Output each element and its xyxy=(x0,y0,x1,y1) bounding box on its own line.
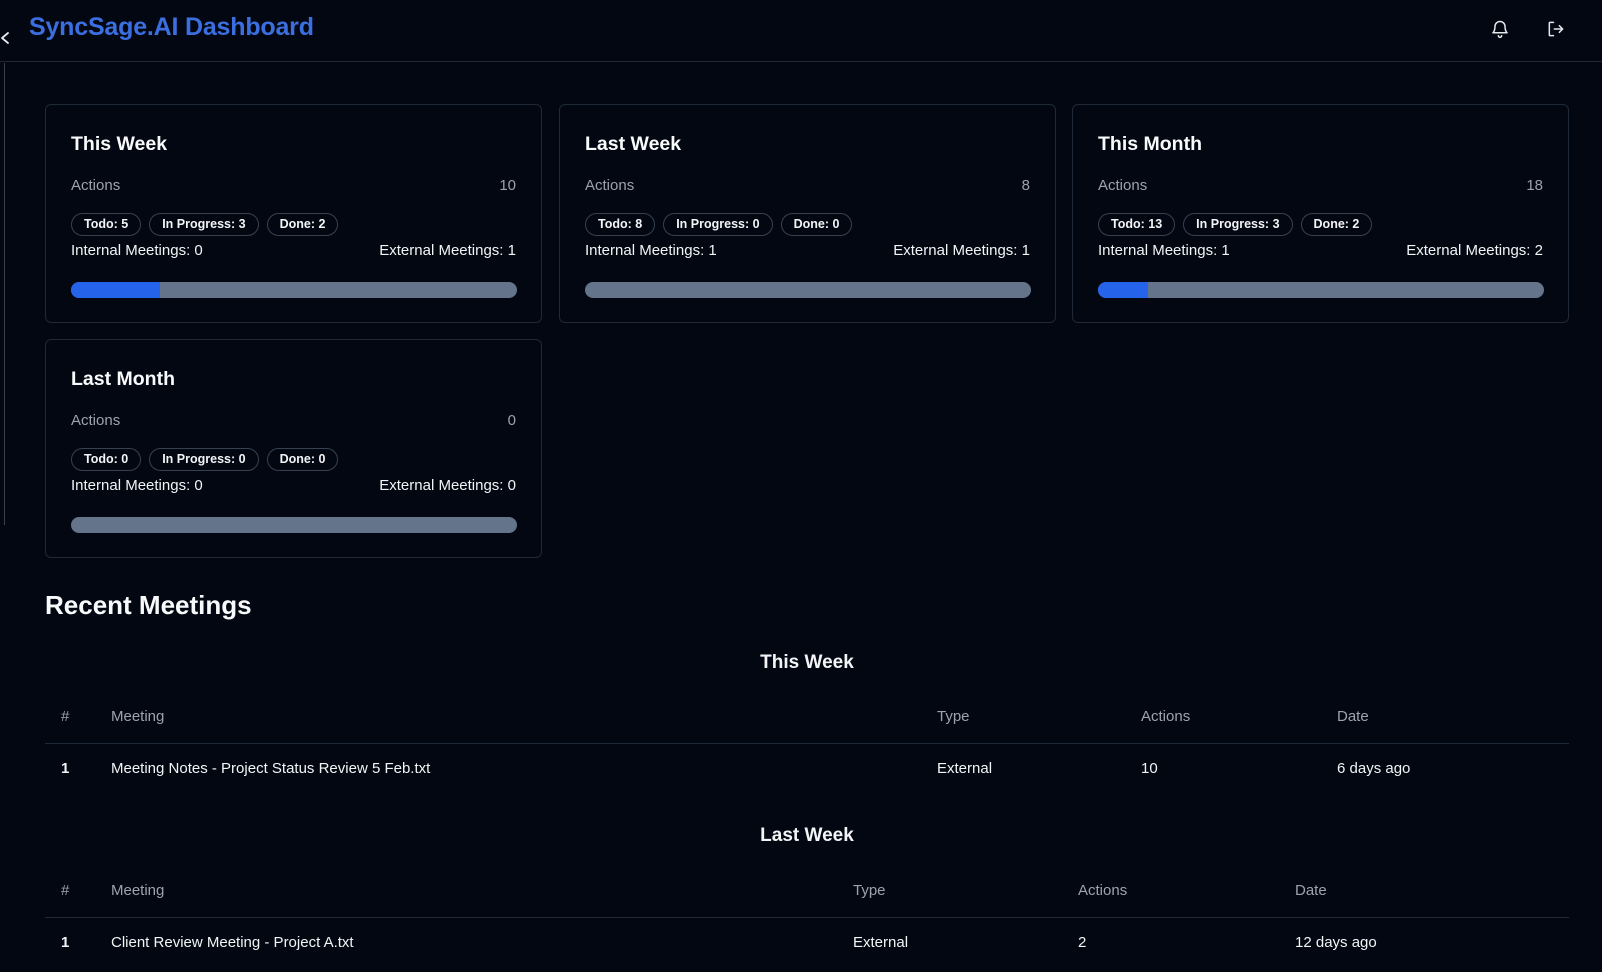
column-header-meeting: Meeting xyxy=(111,882,165,899)
column-header-meeting: Meeting xyxy=(111,708,165,725)
card-title: Last Month xyxy=(71,368,175,390)
stat-card-last-week: Last Week Actions 8 Todo: 8 In Progress:… xyxy=(559,104,1056,323)
external-meetings: External Meetings: 2 xyxy=(1406,242,1543,259)
actions-label: Actions xyxy=(71,177,121,194)
logout-icon[interactable] xyxy=(1546,19,1566,39)
in-progress-badge: In Progress: 0 xyxy=(663,213,773,236)
top-bar: SyncSage.AI Dashboard xyxy=(0,0,1602,62)
bell-icon[interactable] xyxy=(1490,19,1510,39)
column-header-actions: Actions xyxy=(1141,708,1191,725)
todo-badge: Todo: 8 xyxy=(585,213,656,236)
meetings-table-this-week: # Meeting Type Actions Date 1 Meeting No… xyxy=(45,692,1569,798)
actions-label: Actions xyxy=(585,177,635,194)
stat-card-last-month: Last Month Actions 0 Todo: 0 In Progress… xyxy=(45,339,542,558)
column-header-date: Date xyxy=(1337,708,1369,725)
card-title: This Week xyxy=(71,133,168,155)
meeting-actions: 2 xyxy=(1078,934,1087,951)
chevron-left-icon[interactable] xyxy=(0,30,12,46)
column-header-index: # xyxy=(61,708,70,725)
row-index: 1 xyxy=(61,934,70,951)
stat-card-this-month: This Month Actions 18 Todo: 13 In Progre… xyxy=(1072,104,1569,323)
progress-fill xyxy=(1098,282,1148,298)
actions-count: 8 xyxy=(1021,177,1030,194)
progress-bar xyxy=(585,282,1031,298)
meeting-date: 12 days ago xyxy=(1295,934,1377,951)
sidebar-divider xyxy=(4,63,5,525)
internal-meetings: Internal Meetings: 1 xyxy=(585,242,717,259)
status-badges: Todo: 5 In Progress: 3 Done: 2 xyxy=(71,213,339,236)
done-badge: Done: 2 xyxy=(266,213,339,236)
table-header: # Meeting Type Actions Date xyxy=(45,866,1569,918)
group-title-this-week: This Week xyxy=(760,652,854,673)
group-title-last-week: Last Week xyxy=(760,825,854,846)
in-progress-badge: In Progress: 3 xyxy=(1183,213,1293,236)
progress-fill xyxy=(71,282,161,298)
progress-bar xyxy=(71,517,517,533)
in-progress-badge: In Progress: 0 xyxy=(149,448,259,471)
progress-bar xyxy=(1098,282,1544,298)
table-header: # Meeting Type Actions Date xyxy=(45,692,1569,744)
todo-badge: Todo: 0 xyxy=(71,448,142,471)
app-title[interactable]: SyncSage.AI Dashboard xyxy=(29,13,314,42)
meeting-date: 6 days ago xyxy=(1337,760,1411,777)
column-header-index: # xyxy=(61,882,70,899)
actions-label: Actions xyxy=(1098,177,1148,194)
meeting-type: External xyxy=(853,934,909,951)
table-row[interactable]: 1 Client Review Meeting - Project A.txt … xyxy=(45,918,1569,972)
actions-count: 10 xyxy=(499,177,516,194)
in-progress-badge: In Progress: 3 xyxy=(149,213,259,236)
meeting-name[interactable]: Client Review Meeting - Project A.txt xyxy=(111,934,354,951)
actions-count: 18 xyxy=(1526,177,1543,194)
actions-count: 0 xyxy=(507,412,516,429)
todo-badge: Todo: 13 xyxy=(1098,213,1176,236)
meetings-table-last-week: # Meeting Type Actions Date 1 Client Rev… xyxy=(45,866,1569,972)
table-row[interactable]: 1 Meeting Notes - Project Status Review … xyxy=(45,744,1569,798)
status-badges: Todo: 0 In Progress: 0 Done: 0 xyxy=(71,448,339,471)
row-index: 1 xyxy=(61,760,70,777)
stat-card-this-week: This Week Actions 10 Todo: 5 In Progress… xyxy=(45,104,542,323)
done-badge: Done: 2 xyxy=(1300,213,1373,236)
meeting-type: External xyxy=(937,760,993,777)
column-header-type: Type xyxy=(853,882,886,899)
card-title: This Month xyxy=(1098,133,1202,155)
meeting-name[interactable]: Meeting Notes - Project Status Review 5 … xyxy=(111,760,430,777)
column-header-actions: Actions xyxy=(1078,882,1128,899)
status-badges: Todo: 8 In Progress: 0 Done: 0 xyxy=(585,213,853,236)
done-badge: Done: 0 xyxy=(266,448,339,471)
external-meetings: External Meetings: 1 xyxy=(893,242,1030,259)
internal-meetings: Internal Meetings: 1 xyxy=(1098,242,1230,259)
recent-meetings-title: Recent Meetings xyxy=(45,590,252,620)
todo-badge: Todo: 5 xyxy=(71,213,142,236)
internal-meetings: Internal Meetings: 0 xyxy=(71,242,203,259)
actions-label: Actions xyxy=(71,412,121,429)
status-badges: Todo: 13 In Progress: 3 Done: 2 xyxy=(1098,213,1373,236)
external-meetings: External Meetings: 1 xyxy=(379,242,516,259)
progress-bar xyxy=(71,282,517,298)
column-header-type: Type xyxy=(937,708,970,725)
card-title: Last Week xyxy=(585,133,682,155)
internal-meetings: Internal Meetings: 0 xyxy=(71,477,203,494)
external-meetings: External Meetings: 0 xyxy=(379,477,516,494)
column-header-date: Date xyxy=(1295,882,1327,899)
meeting-actions: 10 xyxy=(1141,760,1158,777)
done-badge: Done: 0 xyxy=(780,213,853,236)
